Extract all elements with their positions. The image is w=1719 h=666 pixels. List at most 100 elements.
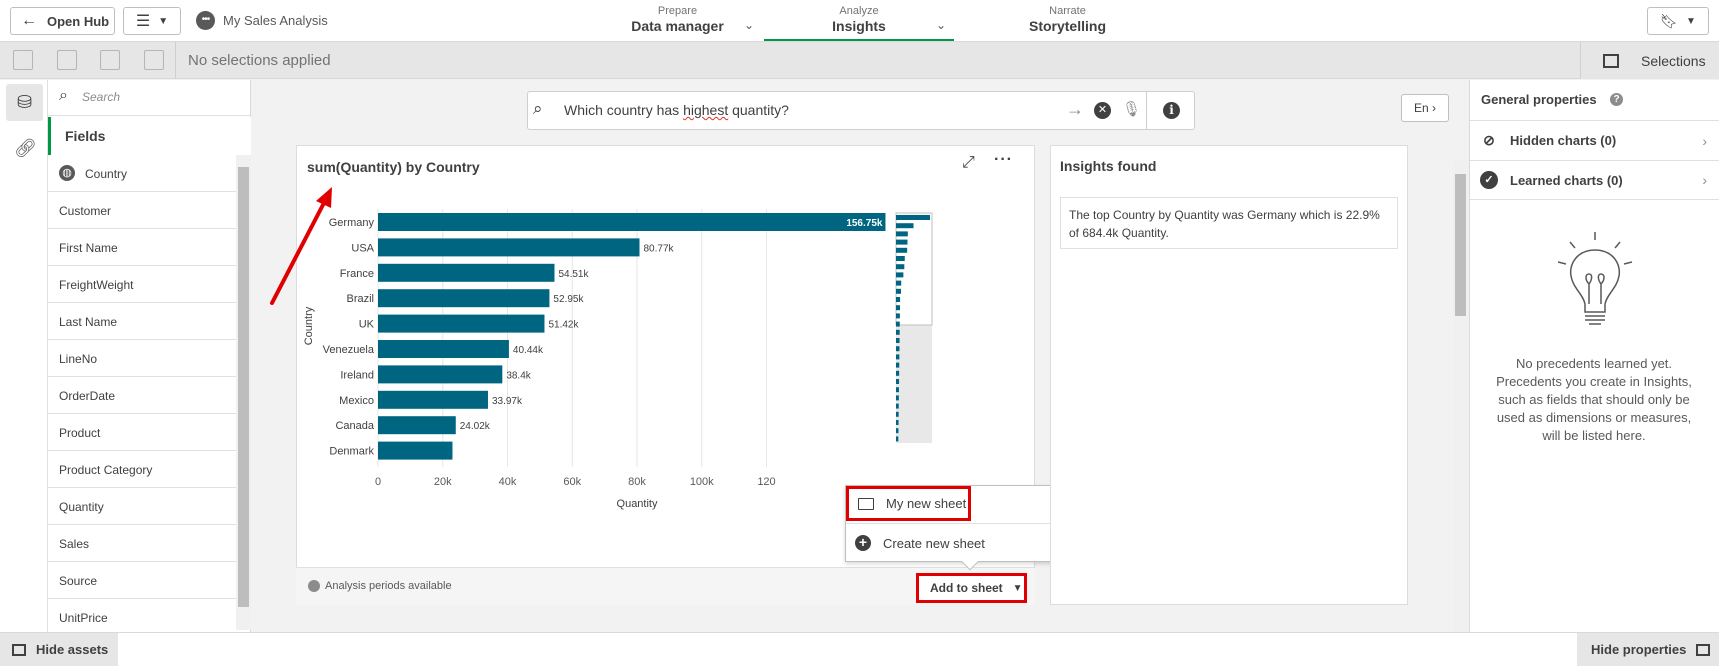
- bar: [378, 238, 640, 257]
- field-label: Last Name: [59, 315, 118, 329]
- insights-title: Insights found: [1060, 158, 1157, 174]
- field-label: UnitPrice: [59, 611, 108, 625]
- clear-icon[interactable]: ✕: [1094, 102, 1111, 119]
- navigation-menu-button[interactable]: ☰ ▼: [123, 7, 181, 35]
- app-icon: •••: [196, 11, 215, 30]
- scrollbar-thumb[interactable]: [238, 167, 249, 607]
- mini-chart-bar: [896, 231, 908, 237]
- database-icon[interactable]: ⛁: [6, 84, 43, 121]
- hidden-charts-row[interactable]: ⊘ Hidden charts (0) ›: [1470, 120, 1719, 160]
- smart-search-icon[interactable]: [13, 50, 33, 70]
- open-hub-button[interactable]: ← Open Hub: [10, 7, 115, 35]
- clear-selections-icon[interactable]: [144, 50, 164, 70]
- link-icon[interactable]: 🔗︎: [14, 138, 37, 159]
- data-label: 24.02k: [460, 421, 491, 432]
- x-tick-label: 20k: [434, 476, 452, 488]
- data-label: 156.75k: [846, 218, 883, 229]
- data-label: 33.97k: [492, 396, 523, 407]
- submit-arrow-icon[interactable]: →: [1066, 99, 1084, 120]
- mini-chart-bar: [896, 247, 908, 253]
- hide-assets-label: Hide assets: [36, 642, 109, 657]
- mini-chart-bar: [896, 403, 899, 409]
- question-text[interactable]: Which country has highest quantity?: [564, 102, 789, 118]
- bar: [378, 365, 503, 384]
- field-item[interactable]: Quantity: [48, 488, 236, 525]
- hide-properties-button[interactable]: Hide properties: [1577, 633, 1719, 666]
- category-label: Ireland: [340, 369, 374, 381]
- category-label: Mexico: [339, 395, 374, 407]
- category-label: USA: [351, 242, 374, 254]
- step-forward-icon[interactable]: [100, 50, 120, 70]
- tab-narrate-label: Storytelling: [1028, 18, 1106, 34]
- learned-charts-row[interactable]: ✓ Learned charts (0) ›: [1470, 160, 1719, 200]
- field-item[interactable]: FreightWeight: [48, 266, 236, 303]
- language-button[interactable]: En ›: [1401, 94, 1449, 122]
- main-scrollbar[interactable]: [1453, 160, 1468, 632]
- arrow-left-icon: ←: [21, 12, 37, 29]
- mini-chart-bar: [896, 288, 901, 294]
- x-axis-label: Quantity: [617, 498, 658, 510]
- analysis-periods-text: Analysis periods available: [325, 580, 452, 592]
- step-back-icon[interactable]: [57, 50, 77, 70]
- selections-button[interactable]: Selections: [1580, 42, 1719, 79]
- chevron-down-icon[interactable]: ⌄: [936, 18, 946, 32]
- field-item[interactable]: Last Name: [48, 303, 236, 340]
- tab-prepare[interactable]: Prepare Data manager: [620, 3, 735, 41]
- y-axis-label: Country: [303, 306, 315, 345]
- tab-analyze[interactable]: Analyze Insights: [764, 3, 954, 41]
- question-part: Which country has: [564, 102, 684, 118]
- field-label: Quantity: [59, 500, 104, 514]
- mini-chart-bar: [896, 239, 908, 245]
- field-item[interactable]: Sales: [48, 525, 236, 562]
- category-label: Canada: [335, 420, 374, 432]
- field-item[interactable]: Product: [48, 414, 236, 451]
- bar: [378, 390, 488, 409]
- tab-narrate-sub: Narrate: [1049, 5, 1086, 17]
- assets-panel: ⌕ Search Fields ◍ Country Customer First …: [48, 80, 251, 632]
- field-item[interactable]: Customer: [48, 192, 236, 229]
- field-item[interactable]: UnitPrice: [48, 599, 236, 630]
- annotation-arrow: [270, 187, 332, 305]
- search-icon: ⌕: [533, 99, 543, 118]
- field-item[interactable]: First Name: [48, 229, 236, 266]
- mini-chart-bar: [896, 256, 905, 261]
- bar: [378, 289, 550, 308]
- info-icon[interactable]: i: [1163, 102, 1180, 119]
- field-list: ◍ Country Customer First Name FreightWeig…: [48, 155, 236, 630]
- bookmark-button[interactable]: 🔖︎ ▼: [1647, 7, 1709, 35]
- mini-chart-bar: [896, 346, 900, 352]
- scrollbar-thumb[interactable]: [1455, 174, 1466, 316]
- tab-analyze-sub: Analyze: [839, 5, 879, 17]
- x-tick-label: 40k: [499, 476, 517, 488]
- field-item[interactable]: Source: [48, 562, 236, 599]
- mini-chart-bar: [896, 313, 900, 319]
- field-item[interactable]: ◍ Country: [48, 155, 236, 192]
- app-title: My Sales Analysis: [223, 13, 328, 28]
- field-item[interactable]: Product Category: [48, 451, 236, 488]
- hide-properties-label: Hide properties: [1591, 642, 1687, 657]
- x-tick-label: 60k: [563, 476, 581, 488]
- plus-icon: +: [855, 535, 871, 551]
- microphone-icon[interactable]: 🎙︎: [1122, 100, 1141, 118]
- chevron-down-icon[interactable]: ⌄: [744, 18, 754, 32]
- hide-assets-button[interactable]: Hide assets: [0, 633, 118, 666]
- field-item[interactable]: OrderDate: [48, 377, 236, 414]
- assets-rail: ⛁ 🔗︎: [0, 80, 48, 632]
- tab-narrate[interactable]: Narrate Storytelling: [1010, 3, 1125, 41]
- caret-down-icon: ▼: [158, 15, 169, 27]
- field-item[interactable]: LineNo: [48, 340, 236, 377]
- mini-chart-bar: [896, 215, 930, 220]
- selections-label: Selections: [1641, 52, 1706, 69]
- assets-scrollbar[interactable]: [236, 155, 251, 630]
- x-tick-label: 0: [375, 476, 381, 488]
- my-new-sheet-option[interactable]: My new sheet: [846, 486, 971, 521]
- assets-search[interactable]: ⌕ Search: [48, 80, 251, 116]
- bar: [378, 340, 509, 358]
- add-to-sheet-button[interactable]: Add to sheet ▼: [916, 573, 1027, 603]
- fields-header[interactable]: Fields: [48, 117, 251, 155]
- bookmark-icon: 🔖︎: [1660, 12, 1678, 29]
- field-label: Country: [85, 167, 128, 181]
- eye-slash-icon: ⊘: [1483, 131, 1495, 148]
- help-icon[interactable]: ?: [1610, 93, 1623, 106]
- mini-chart-bar: [896, 387, 899, 393]
